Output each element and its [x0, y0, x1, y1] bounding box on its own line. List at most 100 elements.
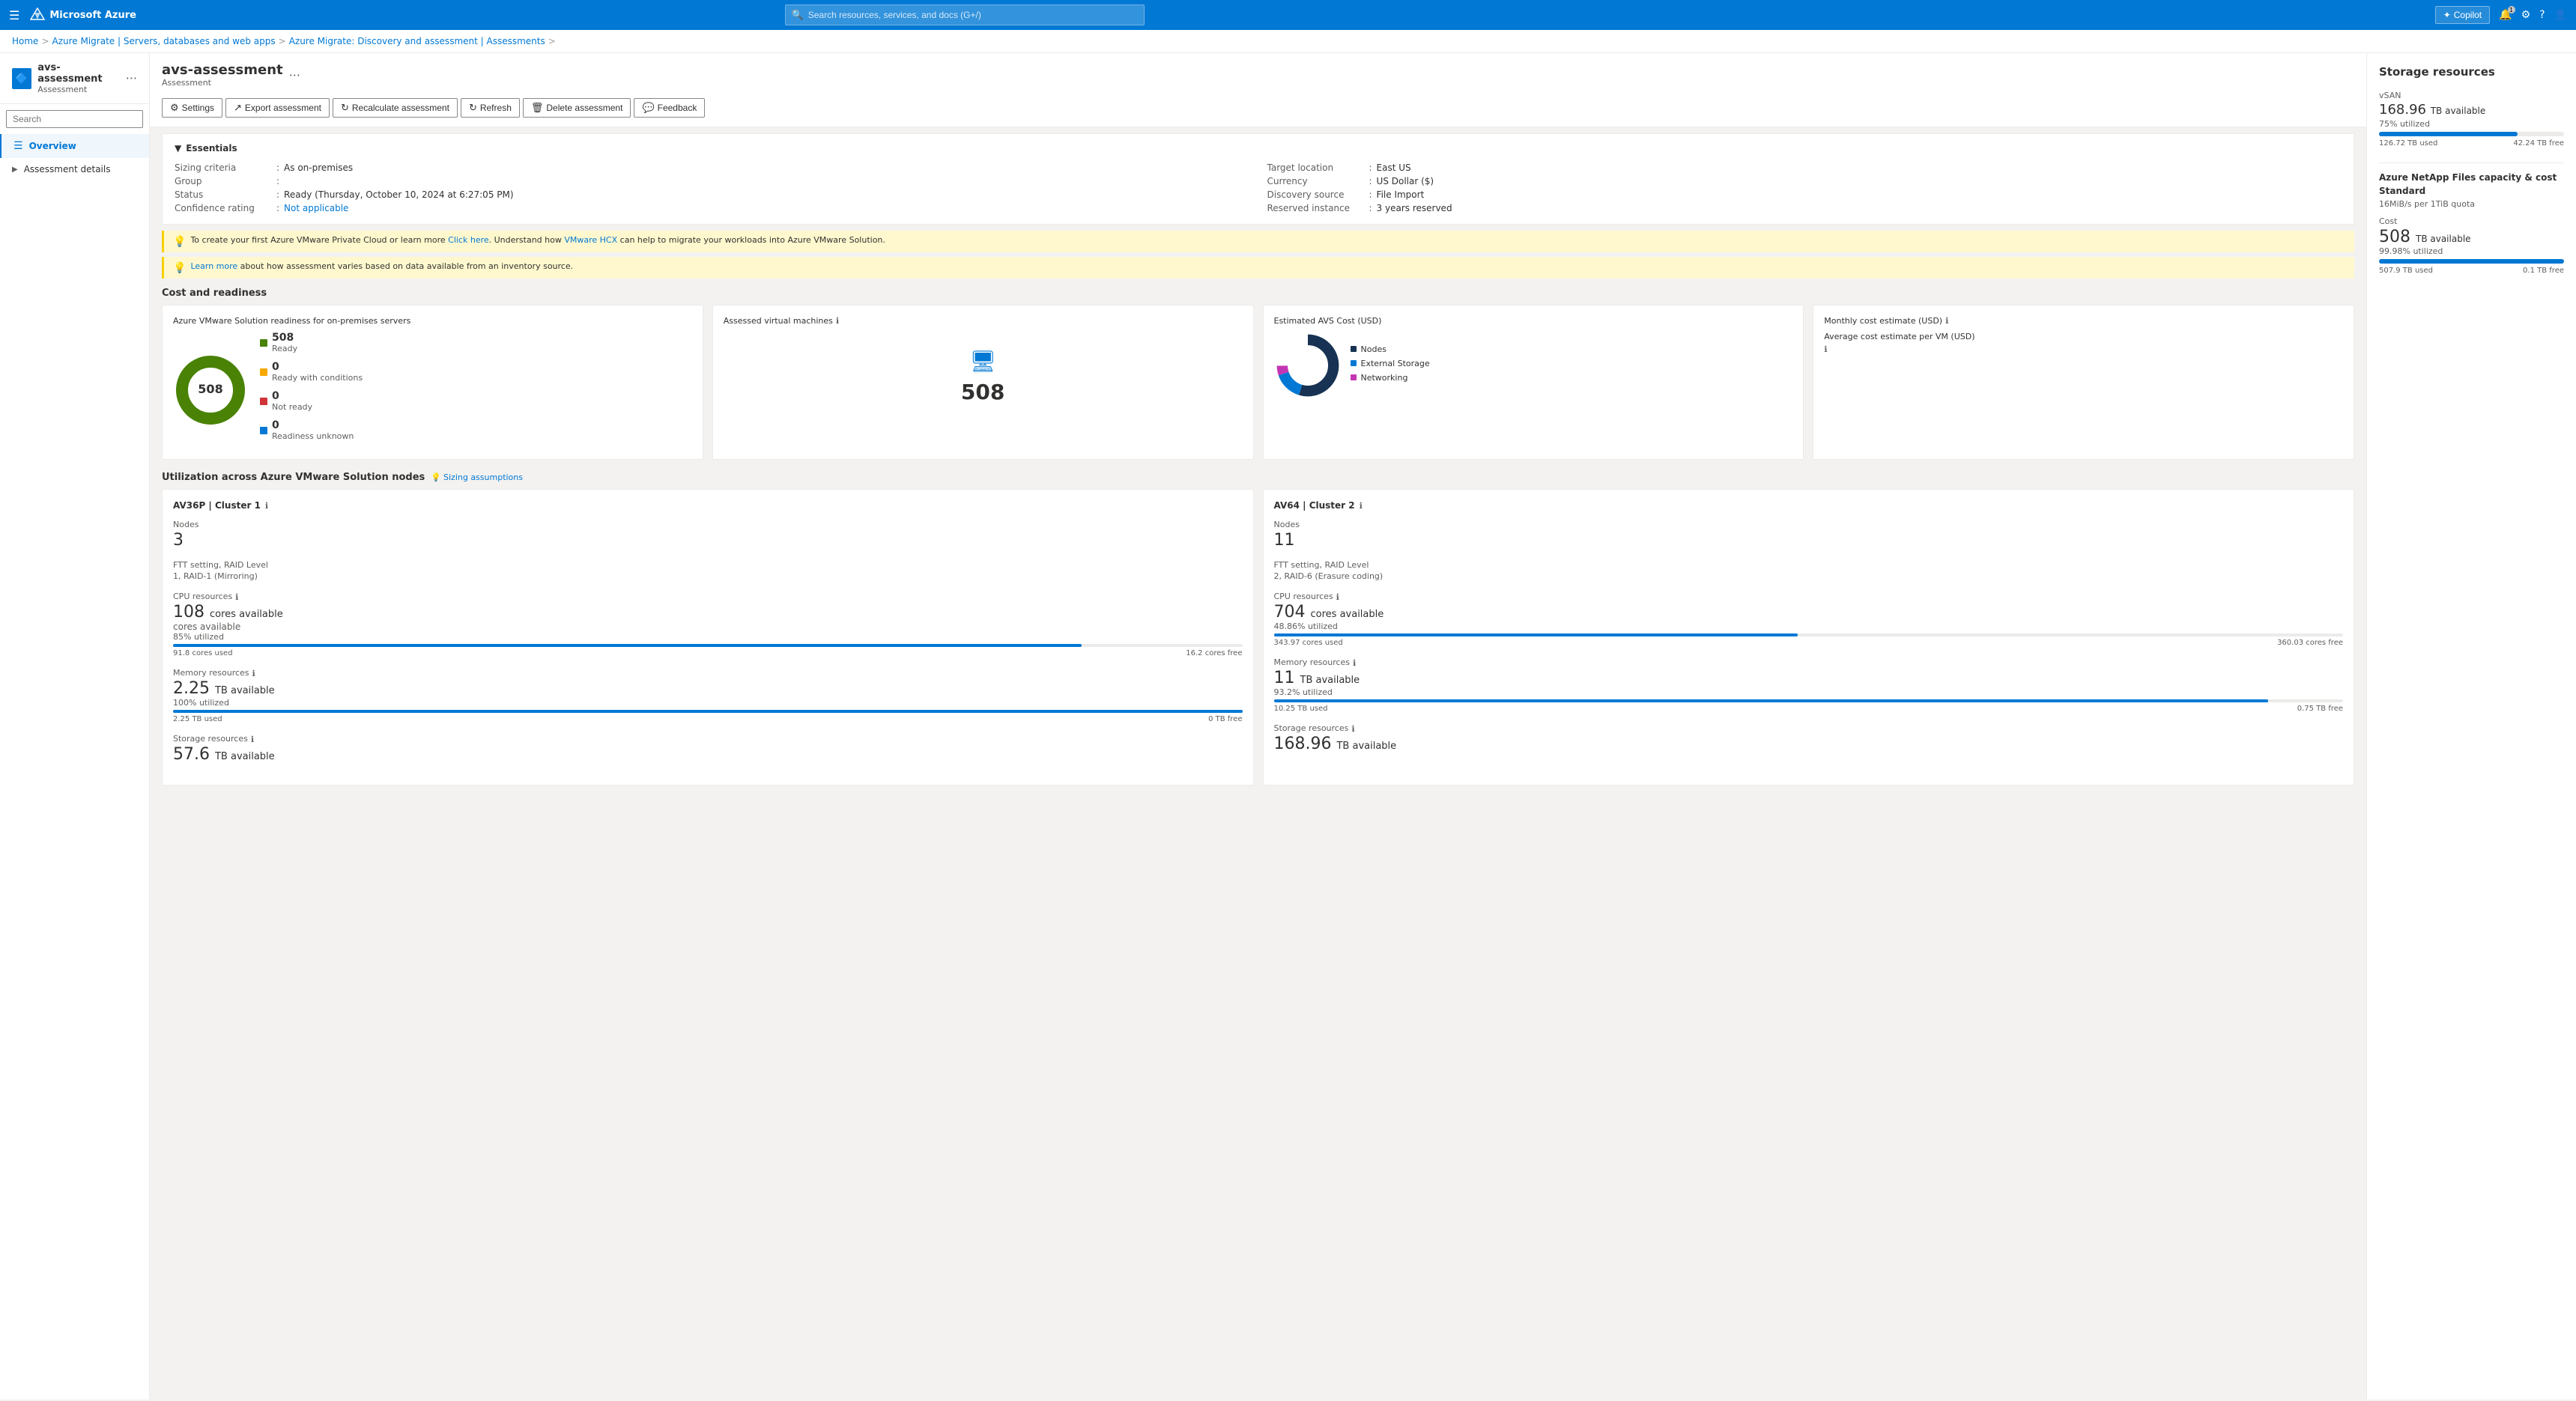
page-more-button[interactable]: ···	[289, 68, 300, 82]
search-icon: 🔍	[792, 10, 804, 21]
cluster-1-mem-unit: TB available	[215, 685, 275, 696]
monthly-cost-info-icon[interactable]: ℹ	[1945, 316, 1948, 326]
cluster-2-storage-label: Storage resources	[1274, 723, 1349, 733]
avs-cost-donut-chart	[1274, 332, 1342, 399]
assessed-vms-info-icon[interactable]: ℹ	[836, 316, 839, 326]
settings-icon[interactable]: ⚙	[2521, 9, 2531, 21]
click-here-link[interactable]: Click here	[448, 235, 489, 245]
cluster-1-info-icon[interactable]: ℹ	[265, 501, 268, 511]
essentials-currency-label: Currency	[1267, 176, 1365, 186]
cluster-1-mem-progress-fill	[173, 710, 1243, 713]
sizing-assumptions-link[interactable]: 💡 Sizing assumptions	[431, 472, 523, 482]
cluster-1-cpu-label: CPU resources	[173, 592, 232, 601]
cluster-2-ftt-value: 2, RAID-6 (Erasure coding)	[1274, 571, 2344, 581]
info-banner-2: 💡 Learn more about how assessment varies…	[162, 257, 2354, 279]
refresh-label: Refresh	[480, 103, 512, 113]
cost-readiness-cards: Azure VMware Solution readiness for on-p…	[162, 305, 2354, 460]
cluster-1-mem-info[interactable]: ℹ	[252, 669, 255, 678]
rp-vsan-progress-fill	[2379, 132, 2518, 136]
legend-ready-conditions: 0 Ready with conditions	[260, 361, 363, 383]
ready-value: 508	[272, 332, 297, 344]
cluster-2-storage: Storage resources ℹ 168.96 TB available	[1274, 723, 2344, 753]
right-panel-title: Storage resources	[2379, 65, 2564, 79]
cluster-2-mem-progress	[1274, 699, 2344, 702]
cluster-2-cpu-bar-labels: 343.97 cores used 360.03 cores free	[1274, 639, 2344, 647]
toolbar: ⚙ Settings ↗ Export assessment ↻ Recalcu…	[162, 94, 2354, 118]
breadcrumb-sep-2: >	[279, 36, 286, 46]
ready-label: Ready	[272, 344, 297, 353]
essentials-target-label: Target location	[1267, 162, 1365, 173]
settings-label: Settings	[182, 103, 214, 113]
cluster-2-storage-info[interactable]: ℹ	[1351, 724, 1354, 734]
cluster-1-mem-label-row: Memory resources ℹ	[173, 668, 1243, 679]
info-banner-text-2: Learn more about how assessment varies b…	[190, 261, 573, 271]
rp-vsan-label: vSAN	[2379, 91, 2564, 100]
cluster-1-mem-utilized: 100% utilized	[173, 698, 1243, 708]
sidebar-subtitle: Assessment	[37, 85, 119, 94]
notifications-icon[interactable]: 🔔1	[2499, 9, 2512, 21]
essentials-right: Target location : East US Currency : US …	[1267, 161, 2342, 215]
cluster-2-cpu-info[interactable]: ℹ	[1336, 592, 1339, 602]
cluster-1-cpu-progress	[173, 644, 1243, 647]
feedback-button[interactable]: 💬 Feedback	[634, 98, 705, 118]
cluster-1-cpu-info[interactable]: ℹ	[235, 592, 238, 602]
breadcrumb-home[interactable]: Home	[12, 36, 38, 46]
cluster-1-mem-progress	[173, 710, 1243, 713]
azure-logo: Microsoft Azure	[30, 7, 136, 22]
readiness-donut-chart: 508	[173, 353, 248, 428]
copilot-button[interactable]: ✦ Copilot	[2435, 6, 2490, 24]
recalculate-label: Recalculate assessment	[352, 103, 449, 113]
recalculate-button[interactable]: ↻ Recalculate assessment	[333, 98, 458, 118]
page-title-block: avs-assessment Assessment	[162, 62, 283, 88]
donut-card-title: Azure VMware Solution readiness for on-p…	[173, 316, 692, 326]
sidebar-more-button[interactable]: ···	[126, 71, 137, 85]
cluster-1-storage-info[interactable]: ℹ	[251, 735, 254, 744]
settings-button[interactable]: ⚙ Settings	[162, 98, 222, 118]
monthly-cost-title-text: Monthly cost estimate (USD)	[1824, 316, 1942, 326]
export-assessment-button[interactable]: ↗ Export assessment	[225, 98, 330, 118]
page-header: avs-assessment Assessment ··· ⚙ Settings…	[150, 53, 2366, 127]
export-label: Export assessment	[245, 103, 321, 113]
cluster-1-cpu-progress-fill	[173, 644, 1082, 647]
delete-button[interactable]: 🗑 Delete assessment	[523, 98, 631, 118]
account-icon[interactable]: 👤	[2554, 9, 2567, 21]
breadcrumb-assessments[interactable]: Azure Migrate: Discovery and assessment …	[289, 36, 545, 46]
breadcrumb-azure-migrate[interactable]: Azure Migrate | Servers, databases and w…	[52, 36, 276, 46]
cluster-2-cpu: CPU resources ℹ 704 cores available 48.8…	[1274, 592, 2344, 647]
cluster-1-nodes-label: Nodes	[173, 520, 1243, 529]
cluster-card-1: AV36P | Cluster 1 ℹ Nodes 3 FTT setting,…	[162, 489, 1254, 785]
refresh-button[interactable]: ↻ Refresh	[461, 98, 520, 118]
sidebar-item-assessment-details[interactable]: ▶ Assessment details	[0, 158, 149, 180]
essentials-toggle[interactable]: ▼ Essentials	[175, 143, 2342, 154]
cluster-2-nodes-label: Nodes	[1274, 520, 2344, 529]
essentials-sizing-criteria: Sizing criteria : As on-premises	[175, 161, 1249, 174]
vmware-hcx-link[interactable]: VMware HCX	[564, 235, 617, 245]
avg-cost-info-icon[interactable]: ℹ	[1824, 344, 2343, 354]
learn-more-link[interactable]: Learn more	[190, 261, 237, 271]
legend-not-ready-text: 0 Not ready	[272, 390, 312, 412]
sidebar-item-overview[interactable]: ☰ Overview	[0, 134, 149, 158]
essentials-status-label: Status	[175, 189, 272, 200]
cluster-1-cpu-utilized: 85% utilized	[173, 632, 1243, 642]
cluster-2-mem-info[interactable]: ℹ	[1353, 658, 1356, 668]
essentials-target-location: Target location : East US	[1267, 161, 2342, 174]
rp-cost-subsection: Cost 508 TB available 99.98% utilized 50…	[2379, 216, 2564, 275]
copilot-icon: ✦	[2443, 10, 2451, 20]
cost-readiness-title: Cost and readiness	[162, 288, 2354, 299]
sidebar-search-input[interactable]	[6, 110, 143, 128]
essentials-discovery-value: File Import	[1377, 189, 1425, 200]
search-bar[interactable]: 🔍	[785, 4, 1145, 25]
hamburger-icon[interactable]: ☰	[9, 8, 19, 22]
readiness-unknown-dot	[260, 427, 267, 434]
search-input[interactable]	[808, 10, 1138, 20]
rp-cost-bar-labels: 507.9 TB used 0.1 TB free	[2379, 267, 2564, 275]
confidence-rating-link[interactable]: Not applicable	[284, 203, 348, 213]
page-title: avs-assessment	[162, 62, 283, 78]
networking-legend: Networking	[1351, 373, 1430, 383]
cluster-1-storage-label: Storage resources	[173, 734, 248, 744]
cluster-2-info-icon[interactable]: ℹ	[1360, 501, 1363, 511]
help-icon[interactable]: ?	[2539, 9, 2545, 21]
legend-not-ready: 0 Not ready	[260, 390, 363, 412]
cluster-2-mem-utilized: 93.2% utilized	[1274, 687, 2344, 697]
essentials-confidence-label: Confidence rating	[175, 203, 272, 213]
